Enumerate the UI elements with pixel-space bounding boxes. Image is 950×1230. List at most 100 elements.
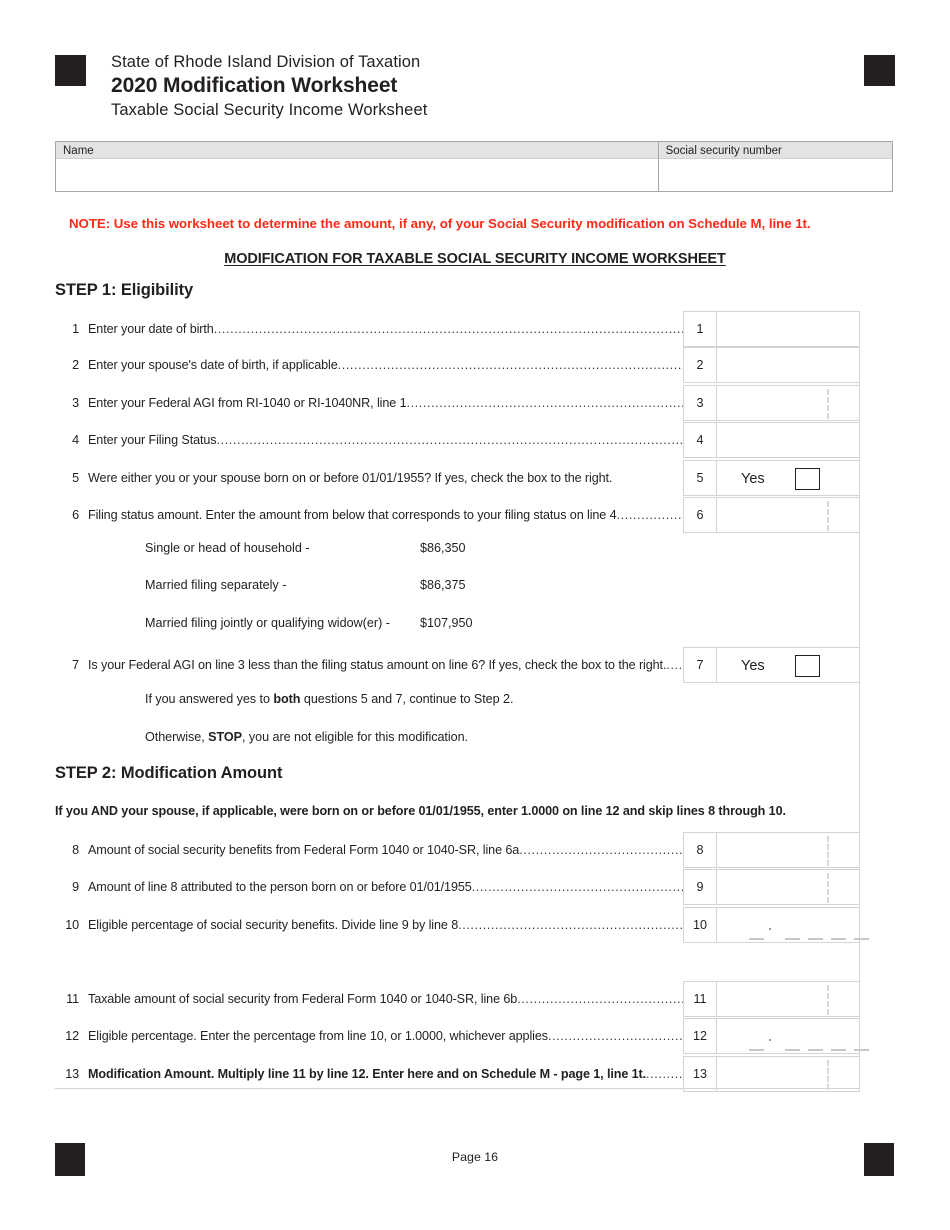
stop-instruction: Otherwise, STOP, you are not eligible fo… [145, 730, 468, 744]
line-13-description: 13 Modification Amount. Multiply line 11 … [55, 1056, 683, 1092]
line-5-amount-cell[interactable]: Yes [716, 460, 860, 496]
filing-status-label: Married filing jointly or qualifying wid… [145, 616, 390, 630]
line-12-amount-cell[interactable] [716, 1018, 869, 1054]
line-6-amount-cell[interactable] [716, 497, 860, 533]
continue-instruction-prefix: If you answered yes to [145, 692, 274, 706]
cents-divider [827, 501, 829, 531]
line-8-number-cell: 8 [683, 832, 716, 868]
line-2-leader: ........................................… [337, 358, 683, 372]
form-header: State of Rhode Island Division of Taxati… [111, 52, 811, 121]
registration-mark-top-right [864, 55, 895, 86]
cents-divider [827, 985, 829, 1015]
line-4-leader: ........................................… [216, 433, 684, 447]
ssn-input[interactable] [659, 159, 892, 191]
line-4-number-cell: 4 [683, 422, 716, 458]
line-8-leader: ........................................… [519, 843, 683, 857]
continue-instruction: If you answered yes to both questions 5 … [145, 692, 513, 706]
line-7-label: Is your Federal AGI on line 3 less than … [88, 658, 667, 672]
stop-instruction-prefix: Otherwise, [145, 730, 209, 744]
page-title: 2020 Modification Worksheet [111, 74, 398, 97]
page-subtitle: Taxable Social Security Income Worksheet [111, 101, 428, 119]
name-input[interactable] [56, 159, 658, 191]
line-4-number: 4 [72, 433, 79, 447]
line-2-number: 2 [72, 358, 79, 372]
page-footer: Page 16 [451, 1150, 499, 1164]
line-3-label: Enter your Federal AGI from RI-1040 or R… [88, 396, 407, 410]
line-6-label: Filing status amount. Enter the amount f… [88, 508, 617, 522]
line-6-number-cell: 6 [683, 497, 716, 533]
line-11-description: 11 Taxable amount of social security from… [55, 981, 683, 1017]
line-12-leader: ........................................… [547, 1029, 683, 1043]
line-10-label: Eligible percentage of social security b… [88, 918, 459, 932]
line-2-amount-cell[interactable] [716, 347, 860, 383]
step-2-heading: STEP 2: Modification Amount [55, 764, 283, 782]
line-11-amount-cell[interactable] [716, 981, 860, 1017]
line-11-number-cell: 11 [683, 981, 716, 1017]
line-6-description: 6 Filing status amount. Enter the amount … [55, 497, 683, 533]
line-12-description: 12 Eligible percentage. Enter the percent… [55, 1018, 683, 1054]
line-3-amount-cell[interactable] [716, 385, 860, 421]
line-9-number-cell: 9 [683, 869, 716, 905]
filing-status-row: Single or head of household - $86,350 [145, 541, 565, 559]
line-11-leader: ........................................… [517, 992, 683, 1006]
line-2-number-cell: 2 [683, 347, 716, 383]
line-13-number-cell: 13 [683, 1056, 716, 1092]
step-1-heading: STEP 1: Eligibility [55, 281, 194, 299]
line-5-description: 5 Were either you or your spouse born on … [55, 460, 683, 496]
line-2-label: Enter your spouse's date of birth, if ap… [88, 358, 338, 372]
line-9-leader: ........................................… [471, 880, 683, 894]
filing-status-row: Married filing separately - $86,375 [145, 578, 565, 596]
line-8-label: Amount of social security benefits from … [88, 843, 520, 857]
stop-instruction-suffix: , you are not eligible for this modifica… [242, 730, 468, 744]
cents-divider [827, 836, 829, 866]
stop-instruction-emphasis: STOP [208, 730, 243, 744]
line-3-number: 3 [72, 396, 79, 410]
decimal-digit-slot [749, 1049, 764, 1051]
line-12-number: 12 [65, 1029, 79, 1043]
worksheet-line-3: 3 Enter your Federal AGI from RI-1040 or … [55, 385, 860, 421]
worksheet-line-7: 7 Is your Federal AGI on line 3 less than… [55, 647, 860, 683]
worksheet-section-title: MODIFICATION FOR TAXABLE SOCIAL SECURITY… [224, 251, 726, 267]
agency-name: State of Rhode Island Division of Taxati… [111, 53, 421, 71]
decimal-digit-slot [785, 1049, 800, 1051]
decimal-entry-marks [717, 908, 869, 942]
line-4-description: 4 Enter your Filing Status...............… [55, 422, 683, 458]
cents-divider [827, 389, 829, 419]
name-label: Name [56, 142, 658, 159]
ssn-cell: Social security number [658, 142, 892, 191]
line-7-yes-checkbox[interactable] [795, 655, 820, 677]
line-10-amount-cell[interactable] [716, 907, 869, 943]
line-9-amount-cell[interactable] [716, 869, 860, 905]
decimal-point-mark [769, 928, 771, 930]
line-6-number: 6 [72, 508, 79, 522]
cents-divider [827, 1060, 829, 1090]
line-1-amount-cell[interactable] [716, 311, 860, 347]
line-5-number: 5 [72, 471, 79, 485]
worksheet-line-13: 13 Modification Amount. Multiply line 11 … [55, 1056, 860, 1092]
line-5-yes-checkbox[interactable] [795, 468, 820, 490]
continue-instruction-emphasis: both [273, 692, 301, 706]
taxpayer-identity-box: Name Social security number [55, 141, 893, 192]
worksheet-line-5: 5 Were either you or your spouse born on … [55, 460, 860, 496]
line-8-amount-cell[interactable] [716, 832, 860, 868]
decimal-digit-slot [831, 1049, 846, 1051]
decimal-digit-slot [831, 938, 846, 940]
filing-status-amount: $86,350 [420, 541, 466, 555]
cents-divider [827, 873, 829, 903]
line-4-amount-cell[interactable] [716, 422, 860, 458]
line-2-description: 2 Enter your spouse's date of birth, if a… [55, 347, 683, 383]
line-7-amount-cell[interactable]: Yes [716, 647, 860, 683]
line-10-number-cell: 10 [683, 907, 716, 943]
line-5-yes-label: Yes [741, 471, 765, 487]
line-1-number-cell: 1 [683, 311, 716, 347]
filing-status-label: Married filing separately - [145, 578, 287, 592]
line-7-description: 7 Is your Federal AGI on line 3 less than… [55, 647, 683, 683]
worksheet-line-6: 6 Filing status amount. Enter the amount … [55, 497, 860, 533]
line-5-label: Were either you or your spouse born on o… [88, 471, 613, 485]
line-13-amount-cell[interactable] [716, 1056, 860, 1092]
worksheet-line-11: 11 Taxable amount of social security from… [55, 981, 860, 1017]
ssn-label: Social security number [658, 142, 892, 159]
line-12-number-cell: 12 [683, 1018, 716, 1054]
line-4-label: Enter your Filing Status [88, 433, 217, 447]
registration-mark-top-left [55, 55, 86, 86]
